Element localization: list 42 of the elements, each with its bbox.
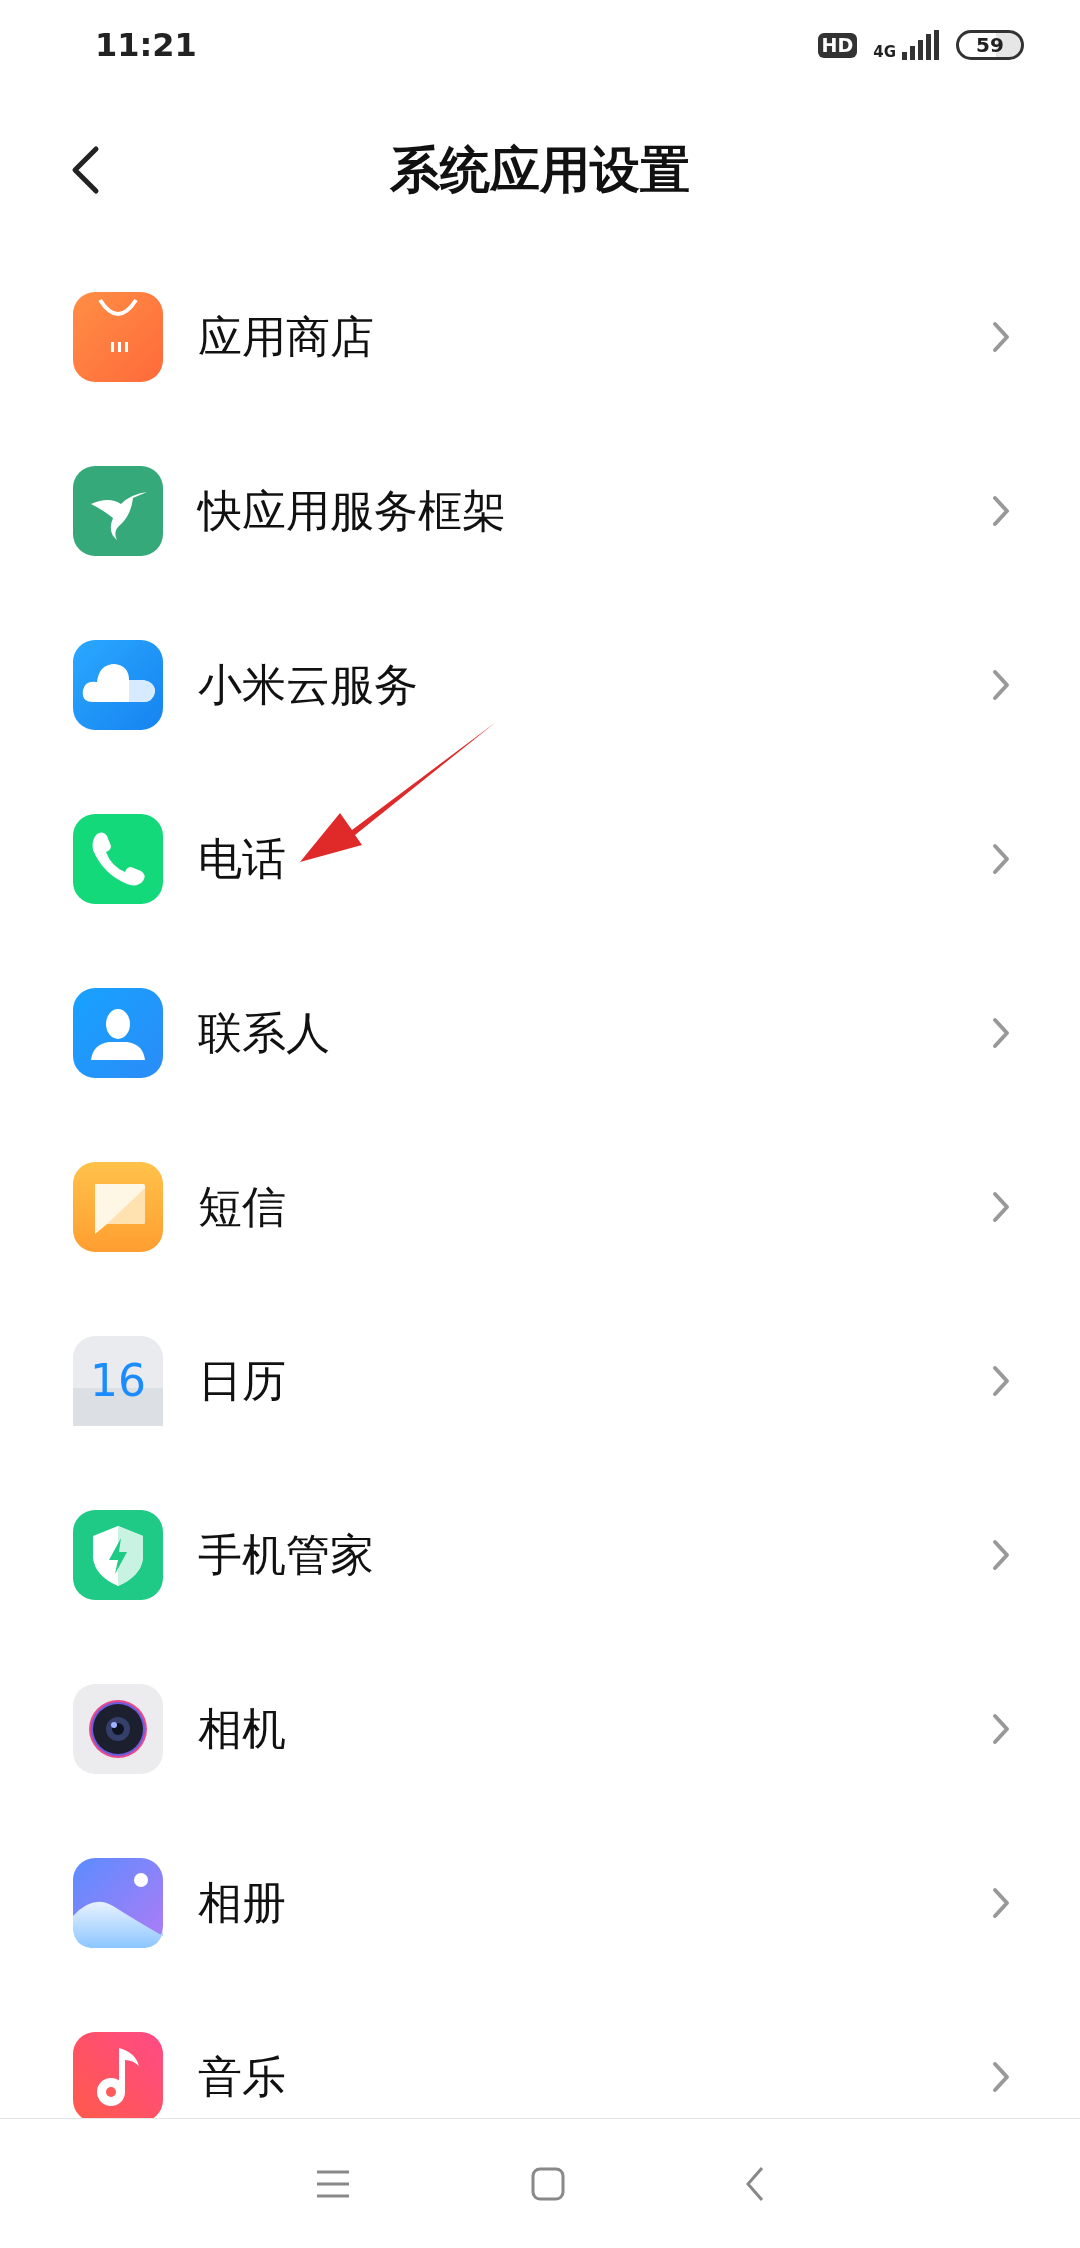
shield-icon	[73, 1510, 163, 1600]
signal-icon	[900, 30, 940, 60]
bird-icon	[73, 466, 163, 556]
network-type: 4G	[873, 45, 896, 60]
page-title: 系统应用设置	[390, 139, 690, 201]
app-name: 快应用服务框架	[198, 484, 506, 538]
app-name: 联系人	[198, 1006, 330, 1060]
app-name: 手机管家	[198, 1528, 374, 1582]
app-name: 日历	[198, 1354, 286, 1408]
cloud-icon	[73, 640, 163, 730]
chevron-right-icon	[992, 1017, 1010, 1049]
status-time: 11:21	[95, 25, 197, 66]
camera-lens-icon	[73, 1684, 163, 1774]
back-button[interactable]	[70, 145, 100, 195]
app-name: 小米云服务	[198, 658, 418, 712]
home-button[interactable]	[531, 2166, 565, 2201]
chevron-right-icon	[992, 1191, 1010, 1223]
app-name: 短信	[198, 1180, 286, 1234]
app-name: 相册	[198, 1876, 286, 1930]
app-name: 应用商店	[198, 310, 374, 364]
chevron-right-icon	[992, 495, 1010, 527]
person-icon	[73, 988, 163, 1078]
chevron-right-icon	[992, 1365, 1010, 1397]
app-name: 相机	[198, 1702, 286, 1756]
chevron-right-icon	[992, 1539, 1010, 1571]
app-name: 音乐	[198, 2050, 286, 2104]
chevron-right-icon	[992, 1887, 1010, 1919]
hd-badge: HD	[817, 32, 858, 58]
chevron-right-icon	[992, 321, 1010, 353]
chevron-right-icon	[992, 1713, 1010, 1745]
back-nav-button[interactable]	[745, 2165, 765, 2202]
message-icon	[73, 1162, 163, 1252]
calendar-icon: 16	[73, 1336, 163, 1426]
phone-icon	[73, 814, 163, 904]
chevron-right-icon	[992, 843, 1010, 875]
landscape-icon	[73, 1858, 163, 1948]
chevron-right-icon	[992, 2061, 1010, 2093]
chevron-right-icon	[992, 669, 1010, 701]
menu-button[interactable]	[315, 2168, 351, 2199]
shopping-bag-icon	[73, 292, 163, 382]
battery-level: 59	[956, 30, 1024, 60]
app-name: 电话	[198, 832, 286, 886]
